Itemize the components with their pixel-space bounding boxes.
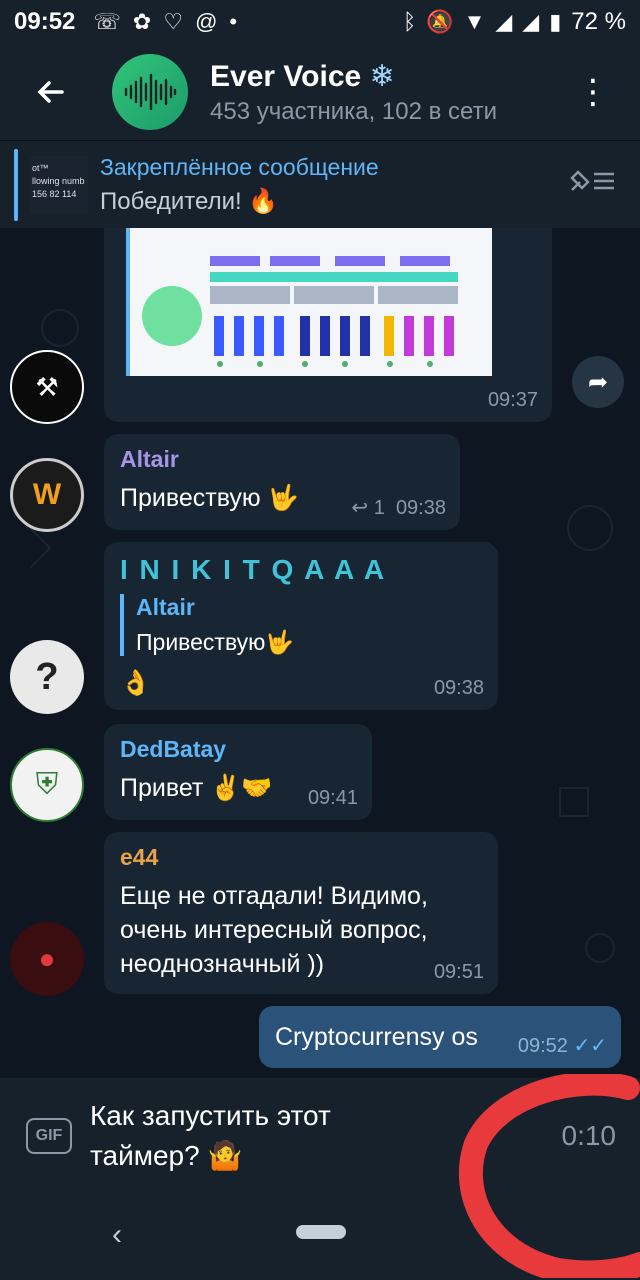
reply-quote[interactable]: Altair Привествую🤟 [120,594,482,656]
message-bubble[interactable]: I N I K I T Q A A A Altair Привествую🤟 👌… [104,542,498,710]
system-nav-bar: ‹ [0,1194,640,1280]
pinned-indicator [14,149,18,221]
quote-sender: Altair [136,594,195,620]
message-meta: ↩ 1 09:38 [351,495,446,520]
question-mark-icon: ? [35,655,59,698]
message-input-bar: GIF Как запустить этот таймер? 🤷 0:10 [0,1078,640,1194]
message-time: 09:37 [487,389,538,411]
message-sender[interactable]: Altair [120,446,444,473]
chat-subtitle: 453 участника, 102 в сети [210,97,498,125]
message-meta: 09:52 ✓✓ [518,1033,607,1058]
more-menu-icon[interactable]: ⋮ [576,75,610,109]
blockchain-diagram-image[interactable] [126,228,492,376]
battery-level: 72 % [571,8,626,35]
chat-title: Ever Voice ❄ [210,59,395,93]
reply-count: 1 [373,497,385,519]
avatar[interactable]: ● [10,922,84,996]
message-sender[interactable]: I N I K I T Q A A A [120,554,482,586]
double-check-icon: ✓✓ [573,1035,607,1057]
status-bar: 09:52 ☏ ✿ ♡ @ • ᛒ 🔕 ▼ ◢ ◢ ▮ 72 % [0,0,640,44]
viber-icon: ☏ [93,9,121,34]
pinned-thumbnail: ot™ llowing numb 156 82 114 [30,155,88,214]
status-time: 09:52 [14,8,76,35]
avatar[interactable]: W [10,458,84,532]
message-time: 09:52 [517,1035,568,1057]
thumb-line: 156 82 114 [32,188,77,199]
hammers-icon: ⚒ [35,371,59,402]
message-input[interactable]: Как запустить этот таймер? 🤷 [90,1096,390,1176]
message-bubble[interactable]: Altair Привествую 🤟 ↩ 1 09:38 [104,434,460,530]
person-icon: ● [38,943,56,974]
message-list[interactable]: 09:37 ⚒ ➦ W Altair Привествую 🤟 ↩ 1 09:3… [0,228,640,1078]
share-icon[interactable]: ➦ [572,356,624,408]
heart-pulse-icon: ♡ [163,9,184,34]
image-message[interactable]: 09:37 [104,228,552,422]
message-text: Еще не отгадали! Видимо, очень интересны… [120,882,428,978]
w-logo-icon: W [32,478,62,511]
dot-icon: • [229,9,238,34]
message-time: 09:41 [307,787,358,809]
message-time: 09:38 [433,677,484,699]
bluetooth-icon: ᛒ [402,9,417,34]
snowflake-icon: ❄ [369,59,395,93]
reply-arrow-icon: ↩ [351,497,369,519]
message-bubble[interactable]: DedBatay Привет ✌️🤝 09:41 [104,724,372,820]
pinned-message[interactable]: ot™ llowing numb 156 82 114 Закреплённое… [0,140,640,228]
puzzle-icon: ✿ [132,9,152,34]
gif-button[interactable]: GIF [26,1118,72,1154]
signal-2-icon: ◢ [522,9,540,34]
unpin-list-icon[interactable] [568,166,616,203]
nav-back-icon[interactable]: ‹ [112,1218,122,1252]
thumb-line: ot™ [32,162,49,173]
thumb-line: llowing numb [32,175,85,186]
chat-info[interactable]: Ever Voice ❄ 453 участника, 102 в сети [210,59,497,126]
message-time: 09:38 [395,497,446,519]
message-sender[interactable]: e44 [120,844,482,871]
nav-home-pill[interactable] [296,1225,346,1239]
mute-icon: 🔕 [426,9,454,34]
outgoing-message-bubble[interactable]: Cryptocurrensy os 09:52 ✓✓ [259,1006,621,1068]
status-left-icons: ☏ ✿ ♡ @ • [93,9,237,35]
message-text: 👌 [120,669,152,697]
at-icon: @ [195,9,218,34]
pinned-preview: Победители! 🔥 [100,187,279,215]
pinned-title: Закреплённое сообщение [100,153,379,180]
message-sender[interactable]: DedBatay [120,736,356,763]
avatar[interactable]: ⚒ [10,350,84,424]
message-time: 09:51 [433,961,484,983]
signal-icon: ◢ [495,9,513,34]
group-avatar[interactable] [112,54,188,130]
quote-text: Привествую🤟 [136,629,295,655]
recording-timer: 0:10 [561,1120,617,1151]
pinned-text: Закреплённое сообщение Победители! 🔥 [100,154,379,216]
message-bubble[interactable]: e44 Еще не отгадали! Видимо, очень интер… [104,832,498,994]
sound-wave-icon [124,73,177,111]
chat-header: Ever Voice ❄ 453 участника, 102 в сети ⋮ [0,44,640,140]
status-right: ᛒ 🔕 ▼ ◢ ◢ ▮ 72 % [403,8,626,36]
avatar[interactable]: ⛨ [10,748,84,822]
wifi-icon: ▼ [463,9,486,34]
back-arrow-icon[interactable] [20,62,80,122]
avatar[interactable]: ? [10,640,84,714]
battery-icon: ▮ [549,9,562,34]
emblem-icon: ⛨ [35,768,59,801]
